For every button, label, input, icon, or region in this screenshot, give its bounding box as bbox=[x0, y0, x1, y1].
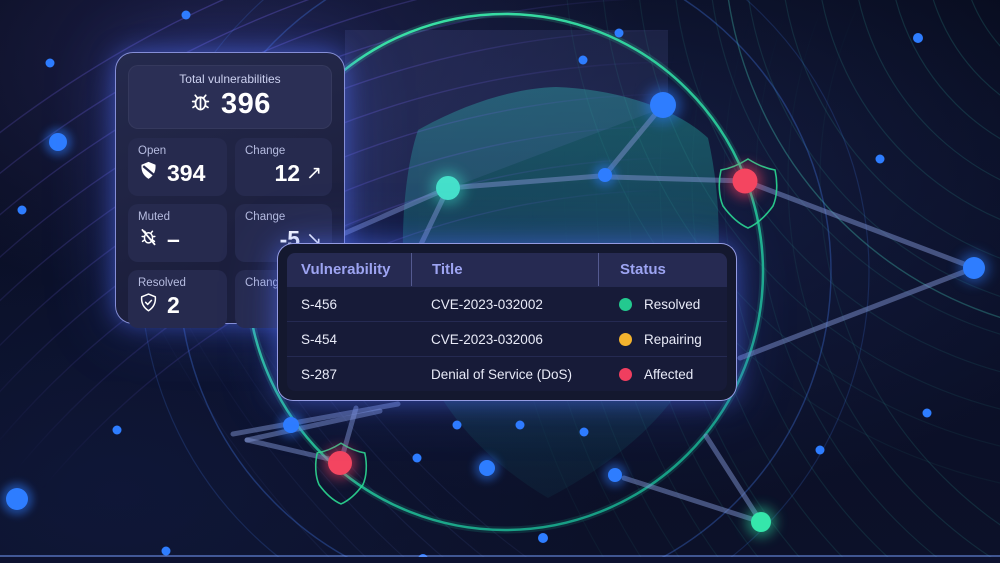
table-row[interactable]: S-454 CVE-2023-032006 Repairing bbox=[287, 321, 727, 356]
vulnerability-title: Denial of Service (DoS) bbox=[411, 367, 598, 382]
vulnerability-title: CVE-2023-032002 bbox=[411, 297, 598, 312]
total-vulnerabilities-value-row: 396 bbox=[136, 88, 324, 121]
stat-card-change-open: Change 12 ↗ bbox=[235, 138, 332, 196]
vulnerability-id: S-456 bbox=[287, 297, 411, 312]
stat-card-open: Open 394 bbox=[128, 138, 227, 196]
status-cell: Repairing bbox=[598, 332, 727, 347]
bug-muted-icon bbox=[138, 226, 159, 253]
shield-slash-icon bbox=[138, 160, 159, 187]
status-cell: Resolved bbox=[598, 297, 727, 312]
column-header-vulnerability: Vulnerability bbox=[287, 253, 411, 286]
shield-check-icon bbox=[138, 292, 159, 319]
vulnerability-title: CVE-2023-032006 bbox=[411, 332, 598, 347]
status-dot bbox=[619, 298, 632, 311]
status-cell: Affected bbox=[598, 367, 727, 382]
status-label: Resolved bbox=[644, 297, 700, 312]
table-row[interactable]: S-456 CVE-2023-032002 Resolved bbox=[287, 286, 727, 321]
stat-label: Resolved bbox=[138, 277, 217, 289]
stat-card-resolved: Resolved 2 bbox=[128, 270, 227, 328]
stat-label: Change bbox=[245, 211, 322, 223]
table-header: Vulnerability Title Status bbox=[287, 253, 727, 286]
total-vulnerabilities-label: Total vulnerabilities bbox=[136, 72, 324, 86]
status-label: Repairing bbox=[644, 332, 702, 347]
bug-icon bbox=[189, 88, 212, 121]
stat-value-row: – bbox=[138, 223, 217, 256]
stat-card-muted: Muted – bbox=[128, 204, 227, 262]
vulnerability-id: S-287 bbox=[287, 367, 411, 382]
status-label: Affected bbox=[644, 367, 693, 382]
vulnerability-id: S-454 bbox=[287, 332, 411, 347]
stat-value: 394 bbox=[167, 160, 205, 187]
stat-value: 2 bbox=[167, 292, 180, 319]
total-vulnerabilities-card: Total vulnerabilities 396 bbox=[128, 65, 332, 129]
status-dot bbox=[619, 333, 632, 346]
stat-label: Change bbox=[245, 145, 322, 157]
stat-value: 12 bbox=[274, 160, 300, 187]
table-row[interactable]: S-287 Denial of Service (DoS) Affected bbox=[287, 356, 727, 391]
stat-value-row: 2 bbox=[138, 289, 217, 322]
status-dot bbox=[619, 368, 632, 381]
vulnerability-table-panel: Vulnerability Title Status S-456 CVE-202… bbox=[277, 243, 737, 401]
stat-label: Muted bbox=[138, 211, 217, 223]
stat-value-row: 394 bbox=[138, 157, 217, 190]
stat-value: – bbox=[167, 226, 180, 253]
stat-label: Open bbox=[138, 145, 217, 157]
vulnerability-table: Vulnerability Title Status S-456 CVE-202… bbox=[287, 253, 727, 391]
arrow-up-right-icon: ↗ bbox=[306, 164, 322, 183]
bottom-strip bbox=[0, 557, 1000, 563]
column-header-status: Status bbox=[598, 253, 727, 286]
stat-value-row: 12 ↗ bbox=[245, 157, 322, 190]
total-vulnerabilities-value: 396 bbox=[221, 88, 271, 121]
column-header-title: Title bbox=[411, 253, 598, 286]
